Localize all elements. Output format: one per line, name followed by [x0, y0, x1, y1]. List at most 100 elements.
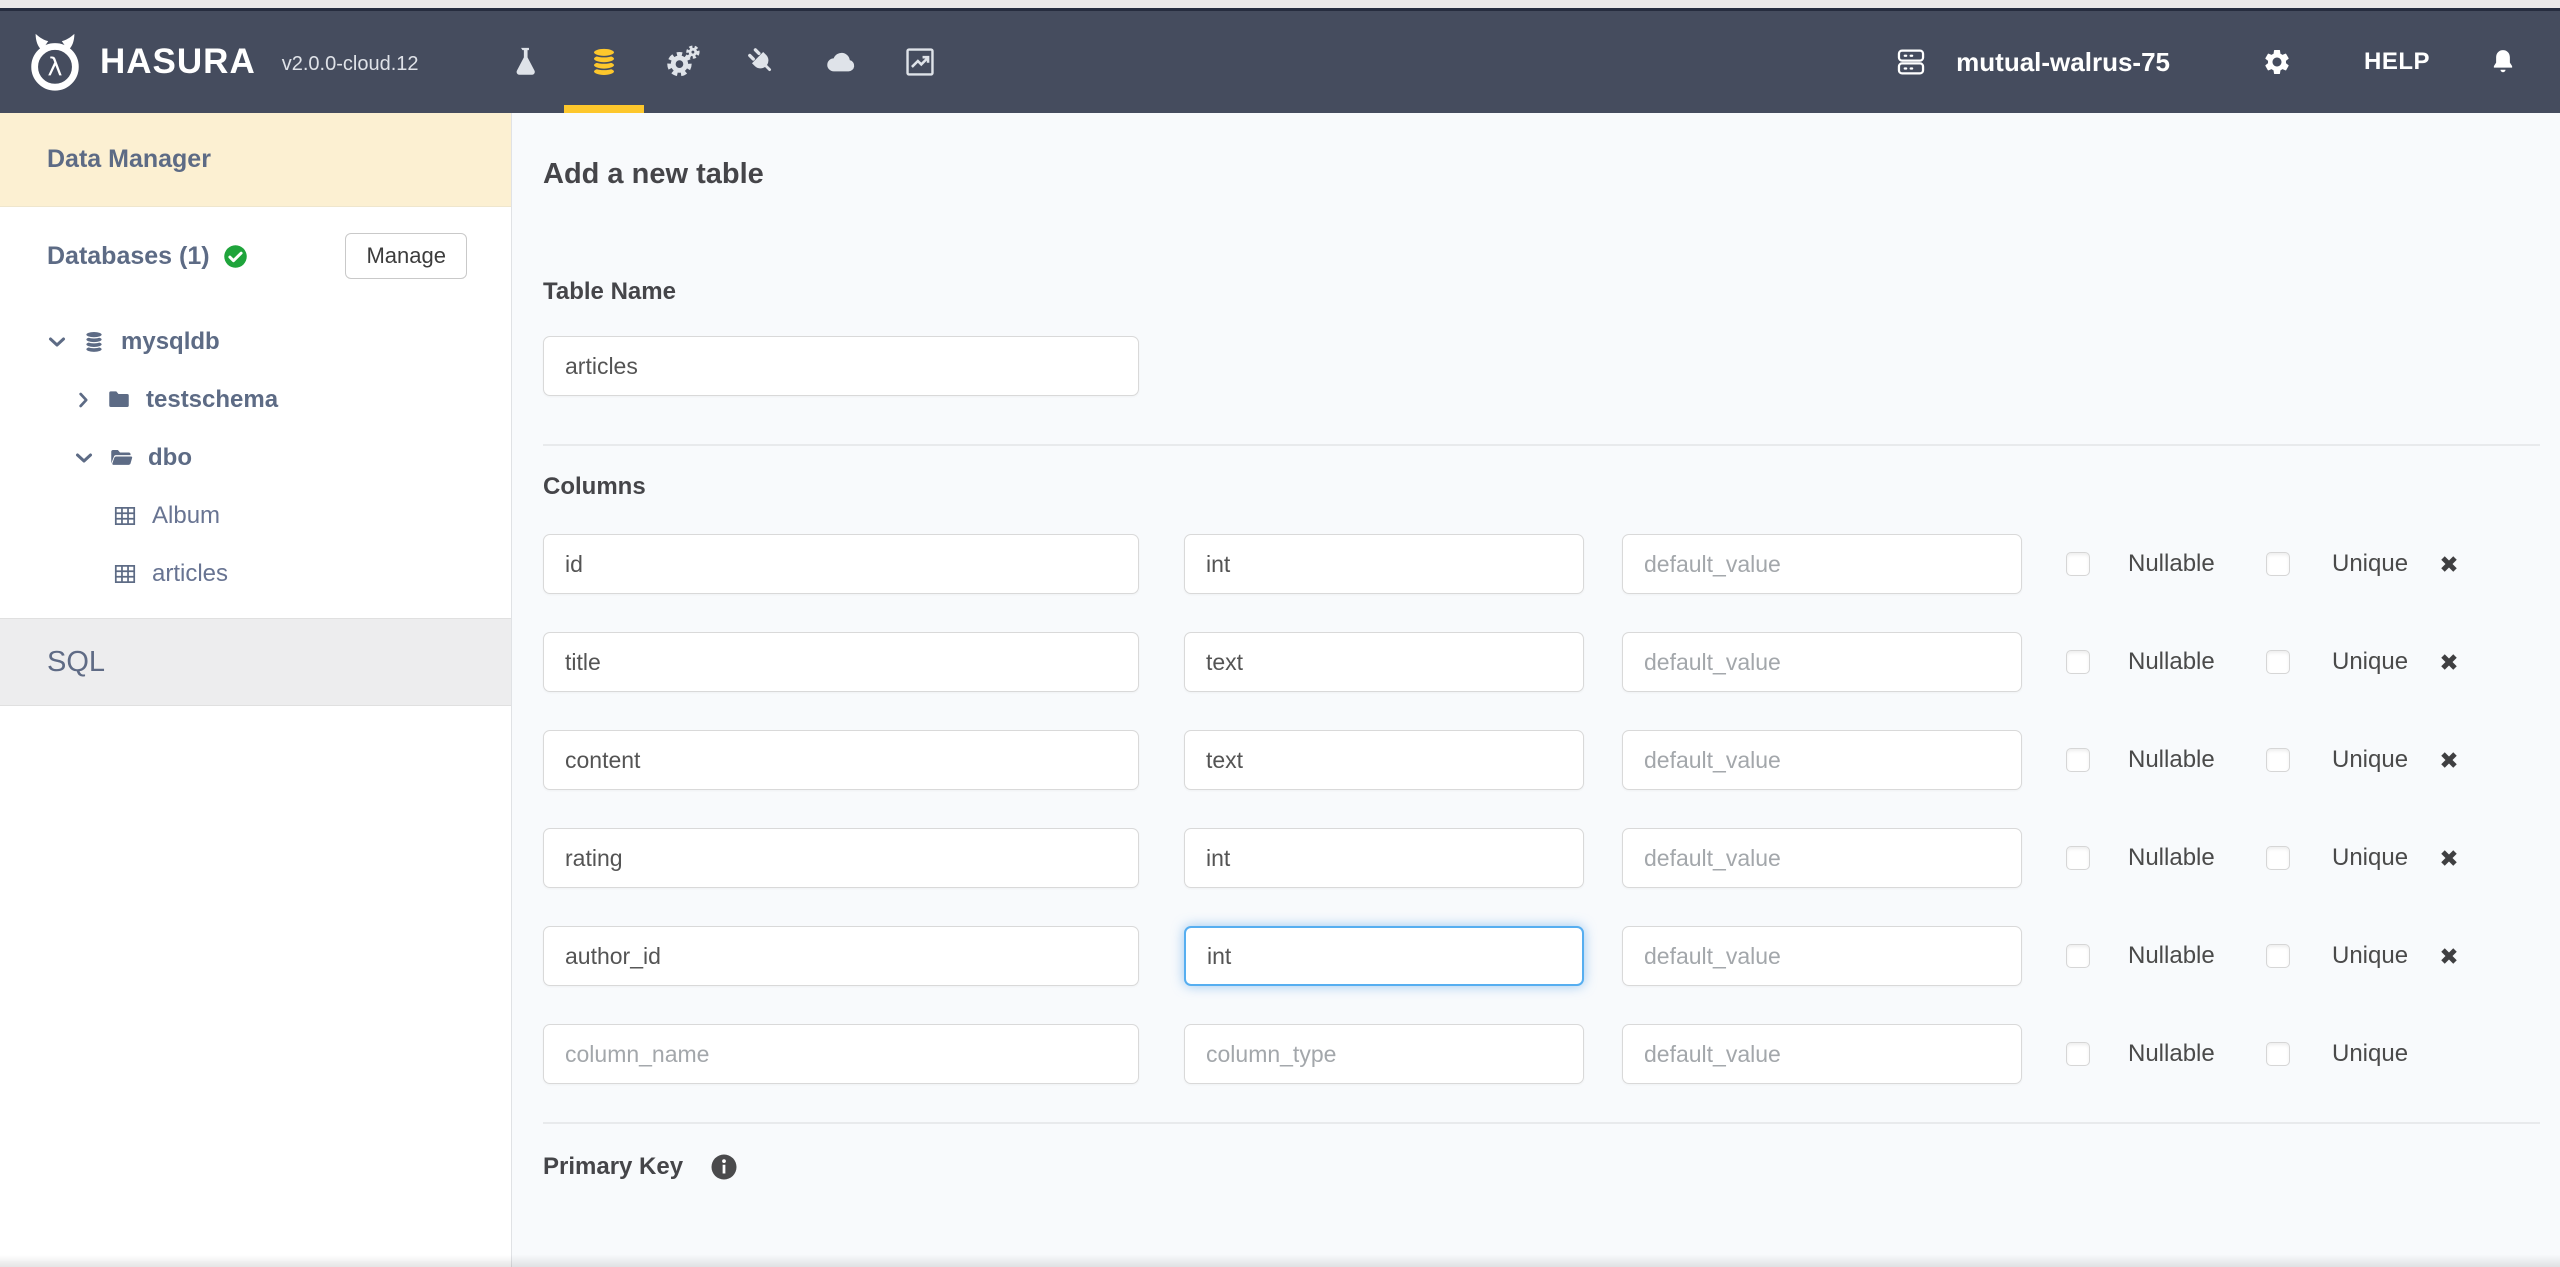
nav-events-cloud-icon[interactable]	[824, 11, 858, 113]
help-link[interactable]: HELP	[2364, 48, 2430, 76]
top-navbar: λ HASURA v2.0.0-cloud.12	[0, 8, 2560, 113]
column-name-input[interactable]	[543, 534, 1139, 594]
column-name-input[interactable]	[543, 1024, 1139, 1084]
settings-gear-icon[interactable]	[2262, 47, 2292, 77]
nullable-checkbox[interactable]	[2066, 846, 2090, 870]
column-name-input[interactable]	[543, 632, 1139, 692]
nullable-checkbox[interactable]	[2066, 748, 2090, 772]
chevron-down-icon[interactable]	[72, 446, 96, 470]
column-type-input[interactable]	[1184, 534, 1584, 594]
column-type-input[interactable]	[1184, 828, 1584, 888]
column-row: Nullable Unique	[543, 730, 2540, 790]
remove-column-button[interactable]	[2434, 647, 2464, 677]
navbar-right: mutual-walrus-75 HELP	[1894, 45, 2560, 79]
brand-name: HASURA	[100, 42, 256, 82]
svg-text:λ: λ	[48, 53, 63, 82]
remove-column-button[interactable]	[2434, 941, 2464, 971]
info-icon[interactable]	[709, 1152, 739, 1182]
nullable-label: Nullable	[2128, 942, 2228, 970]
database-tree: mysqldb testschema	[0, 313, 511, 603]
unique-checkbox[interactable]	[2266, 846, 2290, 870]
column-row: NullableUnique	[543, 534, 2540, 594]
tree-item-articles-table[interactable]: articles	[0, 545, 511, 603]
nav-data-database-icon[interactable]	[587, 11, 621, 113]
databases-row: Databases (1) Manage	[0, 233, 511, 279]
column-default-input[interactable]	[1622, 926, 2022, 986]
nullable-label: Nullable	[2128, 648, 2228, 676]
main-content: Add a new table Table Name Columns Nulla…	[512, 113, 2560, 1267]
unique-checkbox[interactable]	[2266, 944, 2290, 968]
divider	[543, 1122, 2540, 1124]
remove-column-button[interactable]	[2434, 843, 2464, 873]
nav-monitoring-chart-icon[interactable]	[903, 11, 937, 113]
unique-checkbox[interactable]	[2266, 552, 2290, 576]
nav-remote-schemas-plug-icon[interactable]	[745, 11, 779, 113]
tree-item-label: testschema	[146, 386, 278, 414]
tree-item-label: articles	[152, 560, 228, 588]
columns-label: Columns	[543, 473, 2540, 501]
column-default-input[interactable]	[1622, 1024, 2022, 1084]
column-type-input[interactable]	[1184, 730, 1584, 790]
column-row: Nullable Unique	[543, 926, 2540, 986]
chevron-down-icon[interactable]	[45, 330, 69, 354]
unique-label: Unique	[2332, 942, 2412, 970]
window-top-strip	[0, 0, 2560, 8]
nav-actions-gears-icon[interactable]	[666, 11, 700, 113]
sidebar-title: Data Manager	[0, 113, 511, 207]
unique-label: Unique	[2332, 746, 2412, 774]
instance-name: mutual-walrus-75	[1956, 47, 2170, 78]
column-default-input[interactable]	[1622, 828, 2022, 888]
manage-button[interactable]: Manage	[345, 233, 467, 279]
tree-item-album-table[interactable]: Album	[0, 487, 511, 545]
column-row: Nullable Unique	[543, 632, 2540, 692]
column-default-input[interactable]	[1622, 632, 2022, 692]
nullable-label: Nullable	[2128, 1040, 2228, 1068]
sidebar-item-sql[interactable]: SQL	[0, 618, 511, 706]
database-icon	[81, 329, 107, 355]
unique-label: Unique	[2332, 550, 2412, 578]
nullable-checkbox[interactable]	[2066, 650, 2090, 674]
column-type-input[interactable]	[1184, 1024, 1584, 1084]
columns-rows: Nullable Unique Nullable Unique Nullable Uniq…	[543, 534, 2540, 1084]
tree-item-dbo[interactable]: dbo	[0, 429, 511, 487]
brand[interactable]: λ HASURA v2.0.0-cloud.12	[0, 31, 508, 93]
remove-column-button[interactable]	[2434, 745, 2464, 775]
unique-checkbox[interactable]	[2266, 1042, 2290, 1066]
column-name-input[interactable]	[543, 730, 1139, 790]
nullable-checkbox[interactable]	[2066, 552, 2090, 576]
unique-label: Unique	[2332, 648, 2412, 676]
primary-key-label: Primary Key	[543, 1153, 683, 1181]
version-label: v2.0.0-cloud.12	[282, 53, 419, 76]
column-name-input[interactable]	[543, 926, 1139, 986]
column-type-input[interactable]	[1184, 632, 1584, 692]
nullable-label: Nullable	[2128, 844, 2228, 872]
server-icon	[1894, 45, 1928, 79]
chevron-right-icon[interactable]	[72, 389, 94, 411]
column-row: Nullable Unique	[543, 828, 2540, 888]
nav-api-explorer-flask-icon[interactable]	[508, 11, 542, 113]
unique-label: Unique	[2332, 1040, 2412, 1068]
unique-checkbox[interactable]	[2266, 748, 2290, 772]
column-name-input[interactable]	[543, 828, 1139, 888]
unique-checkbox[interactable]	[2266, 650, 2290, 674]
hasura-logo-icon: λ	[24, 31, 86, 93]
tree-item-testschema[interactable]: testschema	[0, 371, 511, 429]
divider	[543, 444, 2540, 446]
table-name-input[interactable]	[543, 336, 1139, 396]
instance-selector[interactable]: mutual-walrus-75	[1894, 45, 2170, 79]
tree-item-mysqldb[interactable]: mysqldb	[0, 313, 511, 371]
folder-icon	[106, 387, 132, 413]
check-circle-icon	[222, 243, 249, 270]
column-default-input[interactable]	[1622, 534, 2022, 594]
column-type-input[interactable]	[1184, 926, 1584, 986]
data-sidebar: Data Manager Databases (1) Manage	[0, 113, 512, 1267]
nullable-label: Nullable	[2128, 746, 2228, 774]
nullable-checkbox[interactable]	[2066, 1042, 2090, 1066]
notifications-bell-icon[interactable]	[2488, 47, 2518, 77]
primary-key-section: Primary Key	[543, 1152, 2540, 1182]
unique-label: Unique	[2332, 844, 2412, 872]
column-default-input[interactable]	[1622, 730, 2022, 790]
nullable-checkbox[interactable]	[2066, 944, 2090, 968]
remove-column-button[interactable]	[2434, 549, 2464, 579]
column-row: Nullable Unique	[543, 1024, 2540, 1084]
